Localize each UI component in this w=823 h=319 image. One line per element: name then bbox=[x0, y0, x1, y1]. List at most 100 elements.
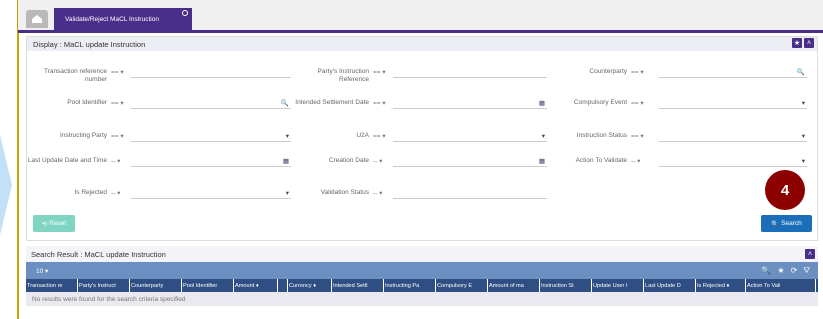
column-header[interactable] bbox=[278, 279, 288, 292]
operator-select-party-ref[interactable]: == ▾ bbox=[373, 68, 386, 76]
tab-bar: Validate/Reject MaCL Instruction bbox=[18, 0, 823, 33]
operator-select-transaction-ref[interactable]: == ▾ bbox=[111, 68, 124, 76]
star-icon[interactable]: ★ bbox=[777, 266, 784, 276]
instructing-party-select[interactable]: ▾ bbox=[131, 132, 291, 142]
column-header[interactable]: Amount ♦ bbox=[234, 279, 278, 292]
operator-select-counterparty[interactable]: == ▾ bbox=[631, 68, 644, 76]
column-header[interactable]: Action To Vali bbox=[746, 279, 816, 292]
close-icon[interactable] bbox=[182, 10, 188, 16]
u2a-select[interactable]: ▾ bbox=[393, 132, 547, 142]
operator-select-is-rejected[interactable]: -- ▾ bbox=[111, 189, 120, 197]
action-to-validate-select[interactable]: ▾ bbox=[659, 157, 807, 167]
grid-toolbar-icons: 🔍 ★ ⟳ ⛛ bbox=[761, 266, 810, 276]
chevron-down-icon[interactable]: ▾ bbox=[542, 132, 545, 140]
column-header[interactable]: Pool Identifier bbox=[182, 279, 234, 292]
column-header[interactable]: Compulsory E bbox=[436, 279, 488, 292]
column-header[interactable]: Party's Instruct bbox=[78, 279, 130, 292]
reset-button-label: Reset bbox=[49, 220, 67, 227]
search-icon[interactable]: 🔍 bbox=[281, 99, 289, 107]
field-label-instruction-status: Instruction Status bbox=[576, 132, 627, 139]
field-label-validation-status: Validation Status bbox=[320, 189, 369, 196]
filter-icon[interactable]: ⛛ bbox=[803, 266, 810, 276]
search-button-label: Search bbox=[781, 220, 802, 227]
undo-icon: ⟲ bbox=[41, 220, 50, 228]
calendar-icon[interactable]: ▦ bbox=[539, 99, 545, 107]
refresh-icon[interactable]: ⟳ bbox=[791, 266, 798, 276]
creation-date-input[interactable]: ▦ bbox=[393, 157, 547, 167]
search-icon: 🔍 bbox=[771, 220, 782, 228]
grid-toolbar: 10 ▾ bbox=[26, 262, 818, 279]
column-header[interactable]: Last Update D bbox=[644, 279, 696, 292]
pool-id-input[interactable]: 🔍 bbox=[131, 99, 291, 109]
column-header[interactable]: Is Rejected ♦ bbox=[696, 279, 746, 292]
field-label-action-to-validate: Action To Validate bbox=[575, 157, 627, 164]
panel-title: Display : MaCL update Instruction bbox=[33, 39, 146, 49]
panel-header: Display : MaCL update Instruction bbox=[27, 37, 817, 51]
field-label-creation-date: Creation Date bbox=[328, 157, 369, 164]
operator-select-action-to-validate[interactable]: -- ▾ bbox=[631, 157, 640, 165]
compulsory-event-select[interactable]: ▾ bbox=[659, 99, 807, 109]
panel-header-icons: ★ ˄ bbox=[792, 38, 814, 48]
field-label-counterparty: Counterparty bbox=[589, 68, 627, 75]
field-label-instructing-party: Instructing Party bbox=[60, 132, 107, 139]
chevron-down-icon[interactable]: ▾ bbox=[802, 99, 805, 107]
calendar-icon[interactable]: ▦ bbox=[539, 157, 545, 165]
tab-label: Validate/Reject MaCL Instruction bbox=[65, 15, 159, 23]
column-header[interactable]: Counterparty bbox=[130, 279, 182, 292]
instruction-status-select[interactable]: ▾ bbox=[659, 132, 807, 142]
page-size-select[interactable]: 10 ▾ bbox=[36, 267, 48, 275]
transaction-ref-input[interactable] bbox=[131, 68, 291, 78]
column-header[interactable]: Instructing Pa bbox=[384, 279, 436, 292]
field-label-last-update: Last Update Date and Time bbox=[27, 157, 107, 164]
home-icon bbox=[32, 15, 42, 23]
search-icon[interactable]: 🔍 bbox=[797, 68, 805, 76]
chevron-down-icon[interactable]: ▾ bbox=[802, 157, 805, 165]
operator-select-instruction-status[interactable]: == ▾ bbox=[631, 132, 644, 140]
column-header[interactable]: Currency ♦ bbox=[288, 279, 332, 292]
field-label-pool-id: Pool Identifier bbox=[67, 99, 107, 106]
collapse-icon[interactable]: ˄ bbox=[805, 249, 815, 259]
operator-select-last-update[interactable]: -- ▾ bbox=[111, 157, 120, 165]
field-label-is-rejected: Is Rejected bbox=[74, 189, 107, 196]
operator-select-u2a[interactable]: == ▾ bbox=[373, 132, 386, 140]
field-label-settlement-date: Intended Settlement Date bbox=[295, 99, 369, 106]
result-header: Search Result : MaCL update Instruction bbox=[26, 246, 818, 262]
operator-select-compulsory-event[interactable]: == ▾ bbox=[631, 99, 644, 107]
operator-select-creation-date[interactable]: -- ▾ bbox=[373, 157, 382, 165]
validation-status-input[interactable] bbox=[393, 189, 547, 199]
column-header[interactable]: Intended Settl bbox=[332, 279, 384, 292]
grid-header: Transaction re Party's Instruct Counterp… bbox=[26, 279, 818, 292]
field-label-transaction-ref: Transaction reference number bbox=[44, 68, 107, 83]
column-header[interactable]: Amount of ma bbox=[488, 279, 540, 292]
field-label-party-ref: Party's Instruction Reference bbox=[317, 68, 369, 83]
party-ref-input[interactable] bbox=[393, 68, 547, 78]
operator-select-settlement-date[interactable]: == ▾ bbox=[373, 99, 386, 107]
column-header[interactable]: Transaction re bbox=[26, 279, 78, 292]
left-accent-bar bbox=[17, 0, 19, 319]
operator-select-validation-status[interactable]: -- ▾ bbox=[373, 189, 382, 197]
operator-select-pool-id[interactable]: == ▾ bbox=[111, 99, 124, 107]
home-tab[interactable] bbox=[26, 10, 48, 28]
column-header[interactable]: Update User I bbox=[592, 279, 644, 292]
favorite-icon[interactable]: ★ bbox=[792, 38, 802, 48]
operator-select-instructing-party[interactable]: == ▾ bbox=[111, 132, 124, 140]
reset-button[interactable]: ⟲ Reset bbox=[33, 215, 75, 232]
last-update-input[interactable]: ▦ bbox=[131, 157, 291, 167]
empty-results-message: No results were found for the search cri… bbox=[26, 292, 818, 306]
search-icon[interactable]: 🔍 bbox=[761, 266, 771, 276]
display-panel: Display : MaCL update Instruction ★ ˄ Tr… bbox=[26, 36, 818, 241]
field-label-compulsory-event: Compulsory Event bbox=[573, 99, 627, 106]
tab-validate-reject[interactable]: Validate/Reject MaCL Instruction bbox=[54, 8, 192, 30]
counterparty-input[interactable]: 🔍 bbox=[659, 68, 807, 78]
field-label-u2a: U2A bbox=[356, 132, 369, 139]
collapse-icon[interactable]: ˄ bbox=[804, 38, 814, 48]
step-badge: 4 bbox=[765, 170, 805, 210]
search-button[interactable]: 🔍 Search bbox=[761, 215, 812, 232]
left-chevron-decoration bbox=[0, 135, 12, 235]
settlement-date-input[interactable]: ▦ bbox=[393, 99, 547, 109]
result-title: Search Result : MaCL update Instruction bbox=[31, 249, 166, 259]
is-rejected-select[interactable]: ▾ bbox=[131, 189, 291, 199]
chevron-down-icon[interactable]: ▾ bbox=[802, 132, 805, 140]
column-header[interactable]: Instruction St bbox=[540, 279, 592, 292]
search-result-panel: Search Result : MaCL update Instruction … bbox=[26, 246, 818, 319]
